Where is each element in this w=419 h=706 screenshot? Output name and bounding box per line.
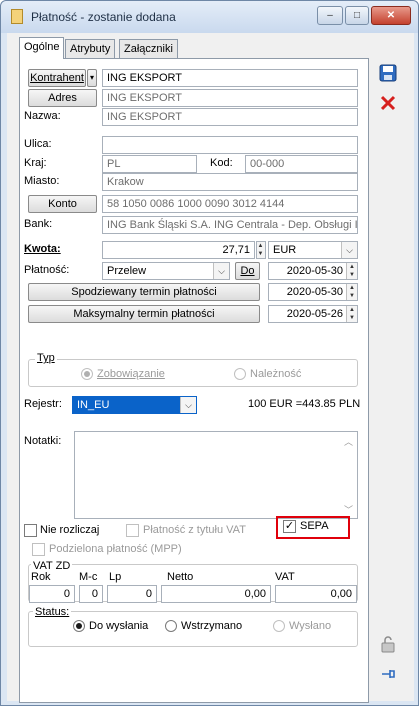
payment-window: Płatność - zostanie dodana – □ ✕ Ogólne … xyxy=(0,0,419,706)
document-icon xyxy=(11,9,23,24)
kontrahent-dropdown-icon[interactable]: ▾ xyxy=(87,69,97,87)
sepa-label: SEPA xyxy=(300,520,329,532)
general-tab-panel: Kontrahent ▾ ING EKSPORT Adres ING EKSPO… xyxy=(19,58,369,703)
rok-label: Rok xyxy=(31,571,51,583)
waluta-select[interactable]: EUR ⌵ xyxy=(268,241,358,259)
window-title: Płatność - zostanie dodana xyxy=(31,10,176,24)
do-wyslania-label: Do wysłania xyxy=(89,620,149,632)
zobowiazanie-radio[interactable] xyxy=(81,368,93,380)
kontrahent-field[interactable]: ING EKSPORT xyxy=(102,69,358,87)
mc-field[interactable]: 0 xyxy=(79,585,103,603)
chevron-down-icon[interactable]: ⌵ xyxy=(180,397,196,413)
notatki-textarea[interactable] xyxy=(74,431,358,519)
do-date-value: 2020-05-30 xyxy=(286,265,343,277)
tab-atrybuty[interactable]: Atrybuty xyxy=(65,39,116,59)
title-bar[interactable]: Płatność - zostanie dodana – □ ✕ xyxy=(1,1,418,33)
platnosc-select[interactable]: Przelew ⌵ xyxy=(102,262,230,280)
kod-field[interactable]: 00-000 xyxy=(245,155,358,173)
kwota-label: Kwota: xyxy=(24,243,61,255)
naleznosc-label: Należność xyxy=(250,368,302,380)
adres-field[interactable]: ING EKSPORT xyxy=(102,89,358,107)
bank-label: Bank: xyxy=(24,218,53,230)
nazwa-label: Nazwa: xyxy=(24,110,61,122)
typ-group: Typ Zobowiązanie Należność xyxy=(28,352,358,387)
spodziewany-date-field[interactable]: 2020-05-30 ▲ ▼ xyxy=(268,283,358,301)
bank-field[interactable]: ING Bank Śląski S.A. ING Centrala - Dep.… xyxy=(102,216,358,234)
scroll-up-icon[interactable]: ︿ xyxy=(344,435,353,448)
vatzd-group: VAT ZD Rok M-c Lp Netto VAT 0 0 0 0,00 0… xyxy=(28,560,358,603)
zobowiazanie-label: Zobowiązanie xyxy=(97,368,165,380)
ulica-label: Ulica: xyxy=(24,138,52,150)
do-wyslania-radio[interactable] xyxy=(73,620,85,632)
minimize-button[interactable]: – xyxy=(317,6,343,25)
konto-button[interactable]: Konto xyxy=(28,195,97,213)
spodziewany-date-value: 2020-05-30 xyxy=(286,286,343,298)
maximize-button[interactable]: □ xyxy=(345,6,369,25)
wstrzymano-label: Wstrzymano xyxy=(181,620,243,632)
chevron-down-icon[interactable]: ⌵ xyxy=(213,263,229,279)
sepa-checkbox[interactable]: ✓ xyxy=(283,520,296,533)
kwota-spinner[interactable]: ▲ ▼ xyxy=(256,241,266,259)
mc-label: M-c xyxy=(79,571,98,583)
netto-label: Netto xyxy=(167,571,194,583)
unlock-icon[interactable] xyxy=(376,633,400,655)
platnosc-vat-checkbox[interactable] xyxy=(126,524,139,537)
kod-label: Kod: xyxy=(210,157,233,169)
kraj-label: Kraj: xyxy=(24,157,47,169)
maksymalny-date-value: 2020-05-26 xyxy=(286,308,343,320)
do-button[interactable]: Do xyxy=(235,262,260,280)
waluta-value: EUR xyxy=(273,244,297,256)
miasto-label: Miasto: xyxy=(24,175,60,187)
save-icon[interactable] xyxy=(376,61,400,83)
rejestr-label: Rejestr: xyxy=(24,398,62,410)
podzielona-label: Podzielona płatność (MPP) xyxy=(49,543,182,555)
chevron-down-icon[interactable]: ⌵ xyxy=(341,242,357,258)
lp-field[interactable]: 0 xyxy=(107,585,157,603)
tab-zalaczniki[interactable]: Załączniki xyxy=(119,39,178,59)
platnosc-value: Przelew xyxy=(107,265,147,277)
konto-field[interactable]: 58 1050 0086 1000 0090 3012 4144 xyxy=(102,195,358,213)
kwota-field[interactable]: 27,71 xyxy=(102,241,255,259)
lp-label: Lp xyxy=(109,571,122,583)
podzielona-checkbox[interactable] xyxy=(32,543,45,556)
scroll-down-icon[interactable]: ﹀ xyxy=(344,503,353,516)
nie-rozliczaj-checkbox[interactable] xyxy=(24,524,37,537)
wstrzymano-radio[interactable] xyxy=(165,620,177,632)
close-button[interactable]: ✕ xyxy=(371,6,411,25)
nazwa-field[interactable]: ING EKSPORT xyxy=(102,108,358,126)
maksymalny-date-field[interactable]: 2020-05-26 ▲ ▼ xyxy=(268,305,358,323)
window-client-area: Ogólne Atrybuty Załączniki Kontrahent ▾ … xyxy=(7,33,414,703)
rok-field[interactable]: 0 xyxy=(29,585,75,603)
exchange-rate: 100 EUR =443.85 PLN xyxy=(248,398,361,410)
spodziewany-termin-button[interactable]: Spodziewany termin płatności xyxy=(28,283,260,301)
rejestr-value: IN_EU xyxy=(77,399,110,411)
ulica-field[interactable] xyxy=(102,136,358,154)
status-group: Status: Do wysłania Wstrzymano Wysłano xyxy=(28,606,358,647)
status-group-title: Status: xyxy=(33,606,72,618)
do-date-field[interactable]: 2020-05-30 ▲ ▼ xyxy=(268,262,358,280)
netto-field[interactable]: 0,00 xyxy=(161,585,271,603)
adres-button[interactable]: Adres xyxy=(28,89,97,107)
cancel-icon[interactable] xyxy=(376,91,400,113)
platnosc-label: Płatność: xyxy=(24,264,70,276)
naleznosc-radio[interactable] xyxy=(234,368,246,380)
notatki-label: Notatki: xyxy=(24,435,62,447)
maksymalny-termin-button[interactable]: Maksymalny termin płatności xyxy=(28,305,260,323)
vat-field[interactable]: 0,00 xyxy=(275,585,357,603)
miasto-field[interactable]: Krakow xyxy=(102,173,358,191)
tab-ogolne[interactable]: Ogólne xyxy=(19,37,65,59)
wyslano-label: Wysłano xyxy=(289,620,332,632)
nie-rozliczaj-label: Nie rozliczaj xyxy=(40,524,100,536)
wyslano-radio[interactable] xyxy=(273,620,285,632)
typ-group-title: Typ xyxy=(35,352,57,364)
pin-icon[interactable] xyxy=(376,663,400,685)
vat-label: VAT xyxy=(275,571,295,583)
kontrahent-button[interactable]: Kontrahent xyxy=(28,69,86,87)
date-spinner[interactable]: ▲ ▼ xyxy=(346,306,357,322)
date-spinner[interactable]: ▲ ▼ xyxy=(346,263,357,279)
date-spinner[interactable]: ▲ ▼ xyxy=(346,284,357,300)
platnosc-vat-label: Płatność z tytułu VAT xyxy=(143,524,246,536)
kraj-field[interactable]: PL xyxy=(102,155,197,173)
rejestr-select[interactable]: IN_EU ⌵ xyxy=(72,396,197,414)
